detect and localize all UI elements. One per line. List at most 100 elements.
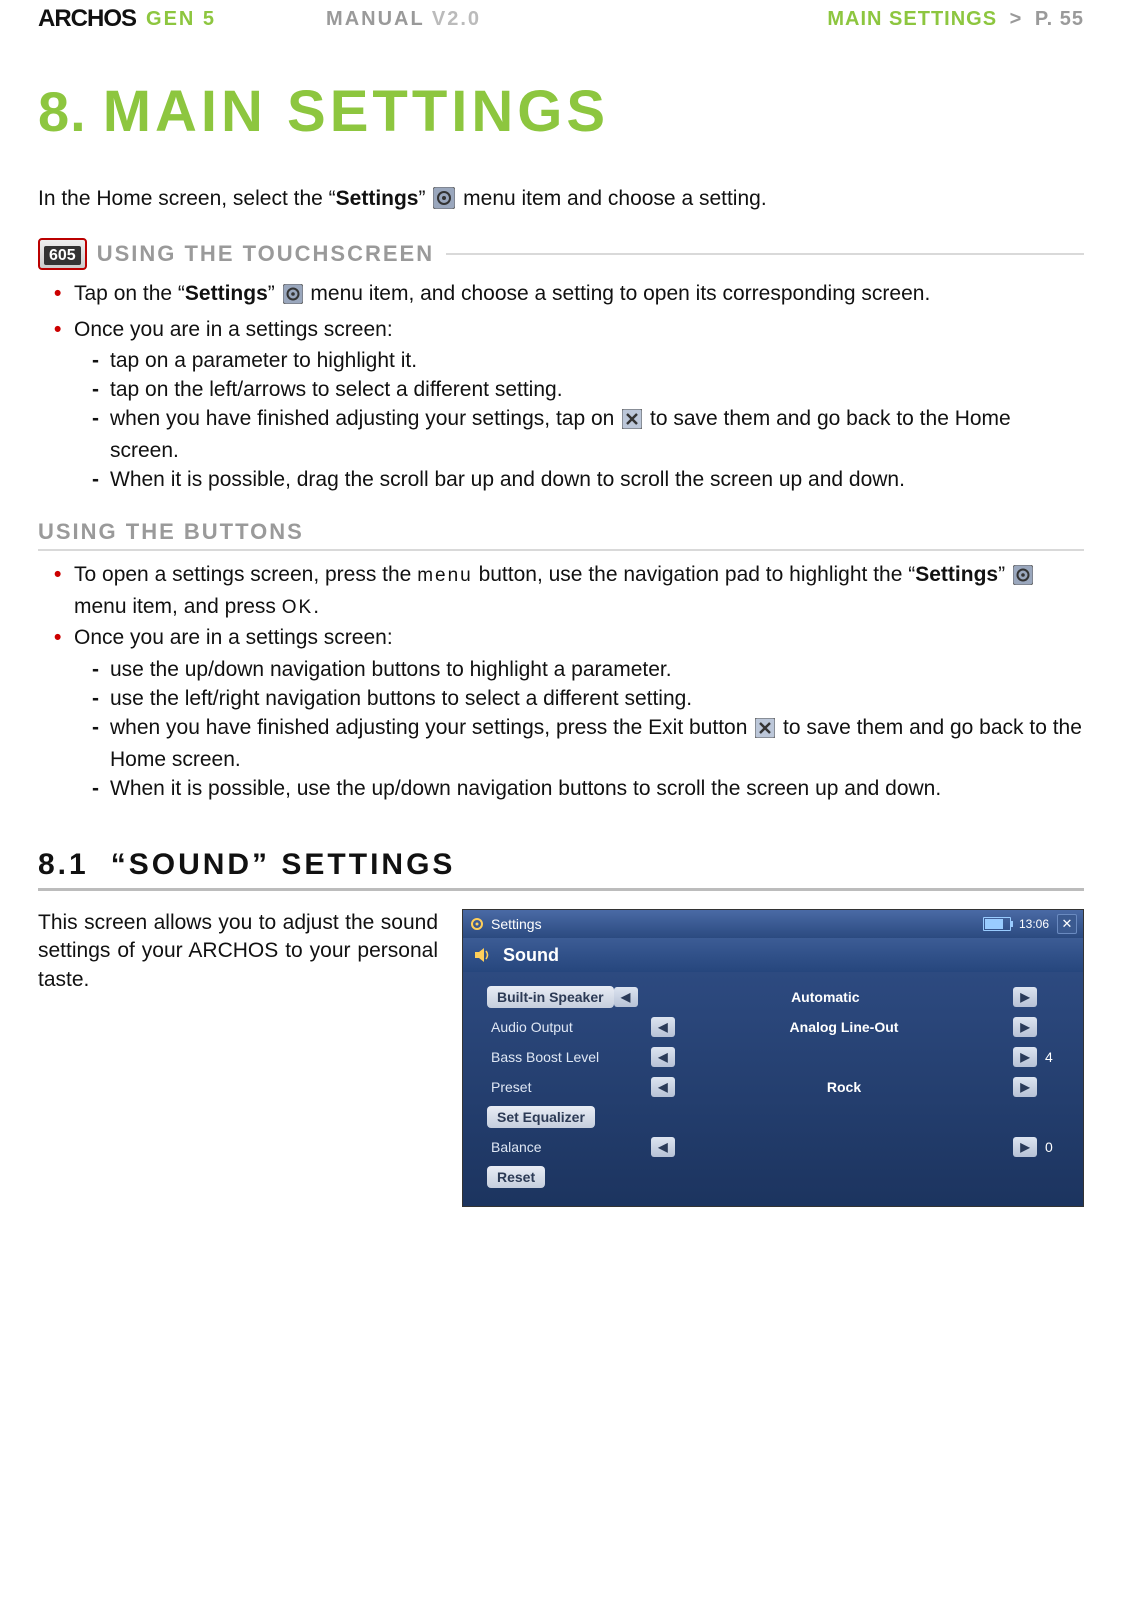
text: Tap on the “: [74, 282, 185, 305]
list-item: when you have finished adjusting your se…: [92, 405, 1084, 464]
clock: 13:06: [1019, 917, 1049, 931]
setting-extra: 4: [1037, 1049, 1073, 1065]
text: use the left/right navigation buttons to…: [110, 687, 692, 710]
subsection-heading: “SOUND” SETTINGS: [111, 848, 456, 881]
setting-label: Audio Output: [491, 1019, 651, 1035]
text: .: [313, 595, 319, 618]
setting-label[interactable]: Set Equalizer: [487, 1106, 595, 1128]
screenshot-title-bar: Sound: [463, 938, 1083, 972]
setting-label: Preset: [491, 1079, 651, 1095]
setting-control: ◀▶: [651, 1137, 1037, 1157]
text: tap on the left/arrows to select a diffe…: [110, 378, 563, 401]
section-touchscreen-label: USING THE TOUCHSCREEN: [97, 241, 434, 267]
setting-value: Analog Line-Out: [675, 1019, 1013, 1035]
text: use the up/down navigation buttons to hi…: [110, 658, 672, 681]
top-bar: ARCHOS GEN 5 MANUAL V2.0 MAIN SETTINGS >…: [38, 0, 1084, 38]
text: when you have finished adjusting your se…: [110, 716, 753, 739]
section-rule: [446, 253, 1084, 255]
text: menu item, and press: [74, 595, 282, 618]
list-item: use the left/right navigation buttons to…: [92, 685, 1084, 712]
subsection-title: 8.1 “SOUND” SETTINGS: [38, 848, 1084, 891]
list-item: Tap on the “Settings” menu item, and cho…: [54, 280, 1084, 311]
list-item: When it is possible, use the up/down nav…: [92, 775, 1084, 802]
setting-label[interactable]: Built-in Speaker: [487, 986, 614, 1008]
list-item: when you have finished adjusting your se…: [92, 714, 1084, 773]
text: Once you are in a settings screen:: [74, 318, 393, 341]
arrow-left-icon[interactable]: ◀: [651, 1017, 675, 1037]
setting-row: Balance◀▶0: [491, 1132, 1073, 1162]
arrow-right-icon[interactable]: ▶: [1013, 987, 1037, 1007]
menu-button-label: menu: [417, 565, 473, 586]
text: When it is possible, use the up/down nav…: [110, 777, 941, 800]
manual-label: MANUAL V2.0: [326, 8, 481, 31]
arrow-left-icon[interactable]: ◀: [614, 987, 638, 1007]
setting-label: Bass Boost Level: [491, 1049, 651, 1065]
text: ”: [998, 563, 1011, 586]
setting-control: ◀Rock▶: [651, 1077, 1037, 1097]
setting-extra: 0: [1037, 1139, 1073, 1155]
breadcrumb-sep: >: [1010, 8, 1023, 30]
list-item: use the up/down navigation buttons to hi…: [92, 656, 1084, 683]
setting-value: Rock: [675, 1079, 1013, 1095]
close-icon: [622, 409, 642, 436]
close-icon: [755, 718, 775, 745]
page-number: P. 55: [1035, 8, 1084, 30]
list-item: To open a settings screen, press the men…: [54, 561, 1084, 620]
settings-icon: [433, 187, 455, 216]
arrow-right-icon[interactable]: ▶: [1013, 1137, 1037, 1157]
setting-row: Audio Output◀Analog Line-Out▶: [491, 1012, 1073, 1042]
text: When it is possible, drag the scroll bar…: [110, 468, 905, 491]
intro-pre: In the Home screen, select the “: [38, 187, 336, 210]
breadcrumb-current: MAIN SETTINGS: [827, 8, 997, 30]
text: menu item, and choose a setting to open …: [305, 282, 931, 305]
manual-version: V2.0: [432, 8, 481, 30]
close-icon[interactable]: ✕: [1057, 914, 1077, 934]
intro-tail: menu item and choose a setting.: [457, 187, 766, 210]
ok-button-label: OK: [282, 597, 313, 618]
text: To open a settings screen, press the: [74, 563, 417, 586]
sound-paragraph: This screen allows you to adjust the sou…: [38, 909, 438, 994]
setting-row: Reset: [491, 1162, 1073, 1192]
list-item: Once you are in a settings screen: use t…: [54, 624, 1084, 802]
setting-row: Set Equalizer: [491, 1102, 1073, 1132]
series-label: GEN 5: [146, 8, 216, 31]
section-touchscreen: 605 USING THE TOUCHSCREEN: [38, 238, 1084, 270]
screenshot-body: Built-in Speaker◀Automatic▶Audio Output◀…: [463, 972, 1083, 1206]
setting-row: Built-in Speaker◀Automatic▶: [491, 982, 1073, 1012]
list-item: Once you are in a settings screen: tap o…: [54, 316, 1084, 494]
list-item: When it is possible, drag the scroll bar…: [92, 466, 1084, 493]
text: button, use the navigation pad to highli…: [473, 563, 916, 586]
subsection-number: 8.1: [38, 848, 89, 881]
battery-icon: [983, 917, 1011, 931]
screenshot-title: Sound: [503, 945, 559, 966]
setting-control: ◀▶: [651, 1047, 1037, 1067]
arrow-left-icon[interactable]: ◀: [651, 1047, 675, 1067]
screenshot-bar-title: Settings: [491, 916, 542, 932]
screenshot-status-bar: Settings 13:06 ✕: [463, 910, 1083, 938]
text: when you have finished adjusting your se…: [110, 407, 620, 430]
setting-control: ◀Analog Line-Out▶: [651, 1017, 1037, 1037]
section-buttons-label: USING THE BUTTONS: [38, 519, 1084, 551]
settings-icon: [283, 284, 303, 311]
setting-label[interactable]: Reset: [487, 1166, 545, 1188]
brand-logo: ARCHOS: [38, 5, 136, 33]
screenshot-sound-settings: Settings 13:06 ✕ Sound Built-in Speaker◀…: [462, 909, 1084, 1207]
text: tap on a parameter to highlight it.: [110, 349, 417, 372]
breadcrumb: MAIN SETTINGS > P. 55: [827, 8, 1084, 31]
text: Once you are in a settings screen:: [74, 626, 393, 649]
setting-value: Automatic: [638, 989, 1013, 1005]
keyword: Settings: [915, 563, 998, 586]
arrow-left-icon[interactable]: ◀: [651, 1077, 675, 1097]
gear-icon: [469, 916, 485, 932]
setting-control: ◀Automatic▶: [614, 987, 1037, 1007]
arrow-right-icon[interactable]: ▶: [1013, 1077, 1037, 1097]
chapter-title: MAIN SETTINGS: [103, 78, 609, 145]
list-item: tap on the left/arrows to select a diffe…: [92, 376, 1084, 403]
arrow-right-icon[interactable]: ▶: [1013, 1017, 1037, 1037]
model-badge: 605: [38, 238, 87, 270]
arrow-left-icon[interactable]: ◀: [651, 1137, 675, 1157]
arrow-right-icon[interactable]: ▶: [1013, 1047, 1037, 1067]
keyword: Settings: [185, 282, 268, 305]
text: ”: [268, 282, 281, 305]
speaker-icon: [473, 945, 493, 965]
